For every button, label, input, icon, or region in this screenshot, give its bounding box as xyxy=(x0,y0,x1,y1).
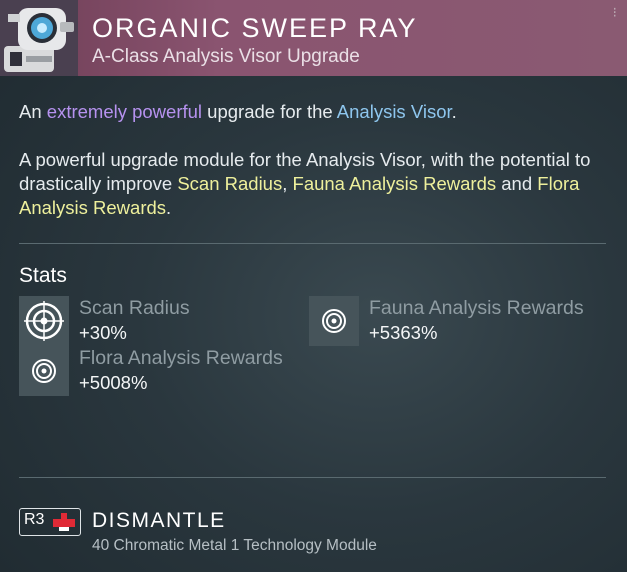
stat-value: +30% xyxy=(79,322,127,343)
stat-value: +5363% xyxy=(369,322,438,343)
item-header: ORGANIC SWEEP RAY A-Class Analysis Visor… xyxy=(0,0,627,76)
stat-value: +5008% xyxy=(79,372,148,393)
desc-text: . xyxy=(166,197,172,218)
stat-name: Scan Radius xyxy=(79,297,190,319)
dismantle-button[interactable]: DISMANTLE xyxy=(92,509,226,533)
dismantle-icon xyxy=(53,513,75,531)
target-icon xyxy=(309,296,359,346)
robot-scanner-icon xyxy=(0,0,78,76)
desc-text: upgrade for the xyxy=(202,101,337,122)
button-label: R3 xyxy=(24,511,45,528)
target-icon xyxy=(19,296,69,346)
divider xyxy=(19,243,606,244)
desc-highlight-power: extremely powerful xyxy=(46,101,203,122)
item-details-panel: ORGANIC SWEEP RAY A-Class Analysis Visor… xyxy=(0,0,627,572)
stats-heading: Stats xyxy=(19,264,67,287)
stat-name: Fauna Analysis Rewards xyxy=(369,297,584,319)
r3-button-prompt[interactable]: R3 xyxy=(19,508,81,536)
stat-name: Flora Analysis Rewards xyxy=(79,347,283,369)
desc-link-analysis-visor[interactable]: Analysis Visor xyxy=(337,101,452,122)
item-subtitle: A-Class Analysis Visor Upgrade xyxy=(92,46,360,67)
long-description: A powerful upgrade module for the Analys… xyxy=(19,148,599,220)
divider xyxy=(19,477,606,478)
item-title: ORGANIC SWEEP RAY xyxy=(92,13,418,43)
target-icon xyxy=(19,346,69,396)
desc-text: , xyxy=(282,173,293,194)
desc-highlight-scan-radius: Scan Radius xyxy=(177,173,283,194)
desc-text: An xyxy=(19,101,47,122)
desc-text: and xyxy=(496,173,538,194)
dismantle-rewards: 40 Chromatic Metal 1 Technology Module xyxy=(92,537,377,554)
short-description: An extremely powerful upgrade for the An… xyxy=(19,100,457,124)
desc-text: . xyxy=(451,101,457,122)
desc-highlight-fauna: Fauna Analysis Rewards xyxy=(292,173,497,194)
menu-dots-icon[interactable]: ⁝ xyxy=(613,4,617,21)
